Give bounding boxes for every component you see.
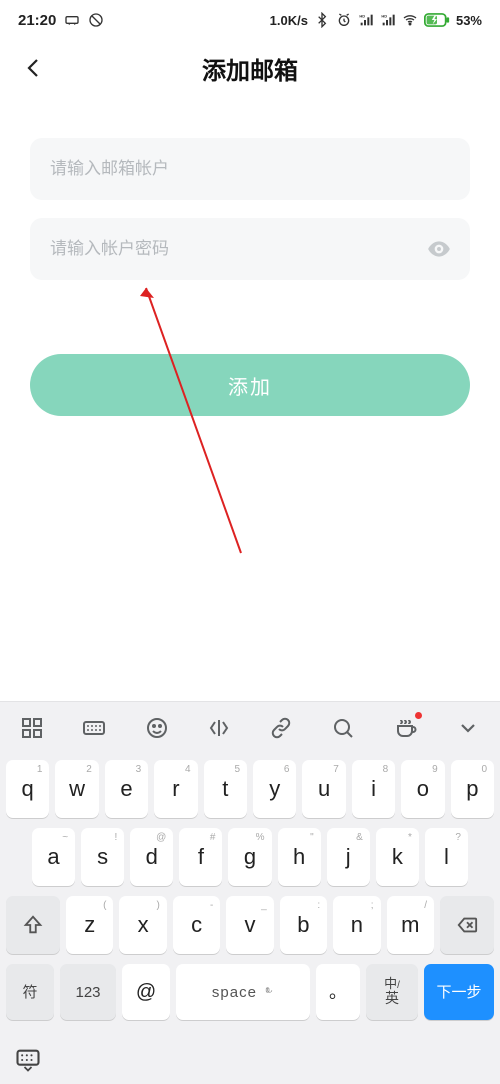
- key-f[interactable]: #f: [179, 828, 222, 886]
- key-y[interactable]: 6y: [253, 760, 296, 818]
- at-key[interactable]: @: [122, 964, 170, 1020]
- hide-keyboard-icon[interactable]: [14, 1046, 42, 1074]
- battery-percent: 53%: [456, 13, 482, 28]
- key-r[interactable]: 4r: [154, 760, 197, 818]
- key-e[interactable]: 3e: [105, 760, 148, 818]
- key-w[interactable]: 2w: [55, 760, 98, 818]
- toolbar-coffee-icon[interactable]: [388, 710, 424, 746]
- battery-icon: [424, 12, 450, 28]
- page-header: 添加邮箱: [0, 40, 500, 96]
- toolbar-app-icon[interactable]: [14, 710, 50, 746]
- add-button[interactable]: 添加: [30, 354, 470, 416]
- no-disturb-icon: [88, 12, 104, 28]
- toggle-password-visibility-icon[interactable]: [426, 236, 452, 262]
- key-b[interactable]: :b: [280, 896, 327, 954]
- key-g[interactable]: %g: [228, 828, 271, 886]
- keyboard-status-icon: [64, 12, 80, 28]
- email-input[interactable]: [30, 138, 470, 200]
- keyboard-row-3: (z)x-c_v:b;n/m: [6, 896, 494, 954]
- svg-text:HD: HD: [359, 13, 365, 18]
- toolbar-cursor-icon[interactable]: [201, 710, 237, 746]
- keyboard-bottom-bar: [0, 1036, 500, 1084]
- period-key[interactable]: 。: [316, 964, 360, 1020]
- toolbar-clip-icon[interactable]: [263, 710, 299, 746]
- key-t[interactable]: 5t: [204, 760, 247, 818]
- status-bar: 21:20 1.0K/s HD HD 53%: [0, 0, 500, 40]
- symbol-key[interactable]: 符: [6, 964, 54, 1020]
- toolbar-search-icon[interactable]: [325, 710, 361, 746]
- key-z[interactable]: (z: [66, 896, 113, 954]
- notification-dot-icon: [415, 712, 422, 719]
- signal-2-icon: HD: [380, 12, 396, 28]
- password-input[interactable]: [30, 218, 470, 280]
- backspace-key[interactable]: [440, 896, 494, 954]
- language-key[interactable]: 中/英: [366, 964, 418, 1020]
- toolbar-collapse-icon[interactable]: [450, 710, 486, 746]
- shift-key[interactable]: [6, 896, 60, 954]
- key-a[interactable]: ~a: [32, 828, 75, 886]
- key-c[interactable]: -c: [173, 896, 220, 954]
- status-time: 21:20: [18, 12, 56, 29]
- net-speed: 1.0K/s: [270, 13, 308, 28]
- soft-keyboard: 1q2w3e4r5t6y7u8i9o0p ~a!s@d#f%g"h&j*k?l …: [0, 701, 500, 1084]
- page-title: 添加邮箱: [202, 51, 298, 86]
- key-h[interactable]: "h: [278, 828, 321, 886]
- key-s[interactable]: !s: [81, 828, 124, 886]
- keyboard-toolbar: [0, 702, 500, 754]
- key-d[interactable]: @d: [130, 828, 173, 886]
- key-m[interactable]: /m: [387, 896, 434, 954]
- key-p[interactable]: 0p: [451, 760, 494, 818]
- signal-1-icon: HD: [358, 12, 374, 28]
- toolbar-keyboard-icon[interactable]: [76, 710, 112, 746]
- space-key[interactable]: space: [176, 964, 310, 1020]
- key-v[interactable]: _v: [226, 896, 273, 954]
- keyboard-row-2: ~a!s@d#f%g"h&j*k?l: [6, 828, 494, 886]
- numeric-key[interactable]: 123: [60, 964, 116, 1020]
- wifi-icon: [402, 12, 418, 28]
- key-l[interactable]: ?l: [425, 828, 468, 886]
- key-n[interactable]: ;n: [333, 896, 380, 954]
- form-area: 添加: [0, 96, 500, 416]
- key-o[interactable]: 9o: [401, 760, 444, 818]
- key-k[interactable]: *k: [376, 828, 419, 886]
- toolbar-emoji-icon[interactable]: [139, 710, 175, 746]
- next-key[interactable]: 下一步: [424, 964, 494, 1020]
- bluetooth-icon: [314, 12, 330, 28]
- keyboard-row-1: 1q2w3e4r5t6y7u8i9o0p: [6, 760, 494, 818]
- key-x[interactable]: )x: [119, 896, 166, 954]
- key-j[interactable]: &j: [327, 828, 370, 886]
- keyboard-row-4: 符 123 @ space 。 中/英 下一步: [6, 964, 494, 1020]
- key-i[interactable]: 8i: [352, 760, 395, 818]
- alarm-icon: [336, 12, 352, 28]
- key-q[interactable]: 1q: [6, 760, 49, 818]
- back-button[interactable]: [22, 56, 46, 80]
- svg-text:HD: HD: [381, 13, 387, 18]
- key-u[interactable]: 7u: [302, 760, 345, 818]
